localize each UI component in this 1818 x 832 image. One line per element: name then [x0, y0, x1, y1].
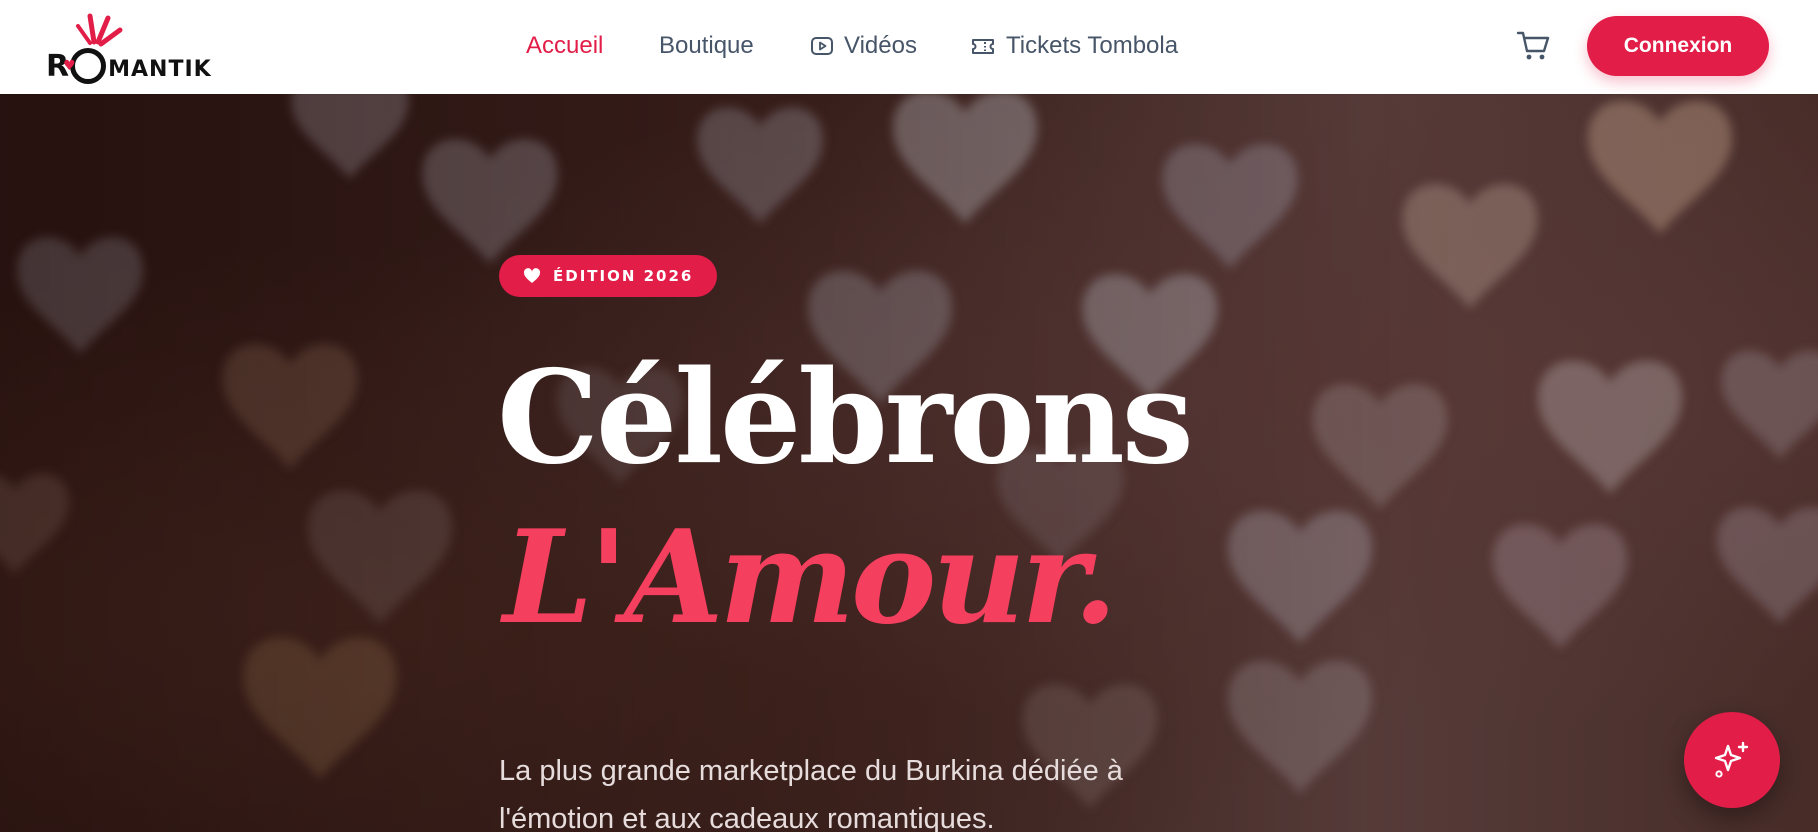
play-video-icon: [811, 37, 833, 55]
shopping-cart-icon: [1516, 31, 1550, 60]
logo-wordmark: R ♥ MANTIK: [46, 48, 212, 84]
nav-item-label: Boutique: [659, 32, 754, 59]
hero-title-line1: Célébrons: [497, 343, 1194, 493]
hero-section: ÉDITION 2026 Célébrons L'Amour. La plus …: [0, 94, 1818, 832]
nav-item-boutique[interactable]: Boutique: [659, 30, 754, 62]
nav-item-tickets-tombola[interactable]: Tickets Tombola: [970, 30, 1178, 62]
badge-label: ÉDITION 2026: [553, 267, 694, 285]
logo-rays-icon: [76, 13, 123, 47]
sparkles-icon: [1714, 741, 1749, 778]
login-button[interactable]: Connexion: [1587, 16, 1769, 76]
top-navigation-bar: R ♥ MANTIK Accueil Boutique Vidéos Tickets…: [0, 0, 1818, 94]
edition-badge: ÉDITION 2026: [499, 255, 718, 297]
nav-item-label: Tickets Tombola: [1006, 32, 1179, 59]
logo-letter-o: ♥: [63, 48, 107, 84]
romantik-logo[interactable]: R ♥ MANTIK: [46, 8, 218, 84]
nav-item-label: Accueil: [526, 32, 604, 59]
cart-button[interactable]: [1514, 26, 1554, 66]
nav-item-label: Vidéos: [844, 32, 917, 59]
hero-title-line2: L'Amour.: [503, 503, 1118, 653]
heart-icon: [523, 268, 541, 283]
hero-subtitle: La plus grande marketplace du Burkina dé…: [499, 755, 1123, 832]
ai-assistant-button[interactable]: [1684, 712, 1780, 808]
nav-item-videos[interactable]: Vidéos: [810, 30, 917, 62]
nav-item-accueil[interactable]: Accueil: [526, 30, 603, 62]
ticket-icon: [972, 39, 994, 54]
logo-letters: MANTIK: [108, 57, 212, 82]
